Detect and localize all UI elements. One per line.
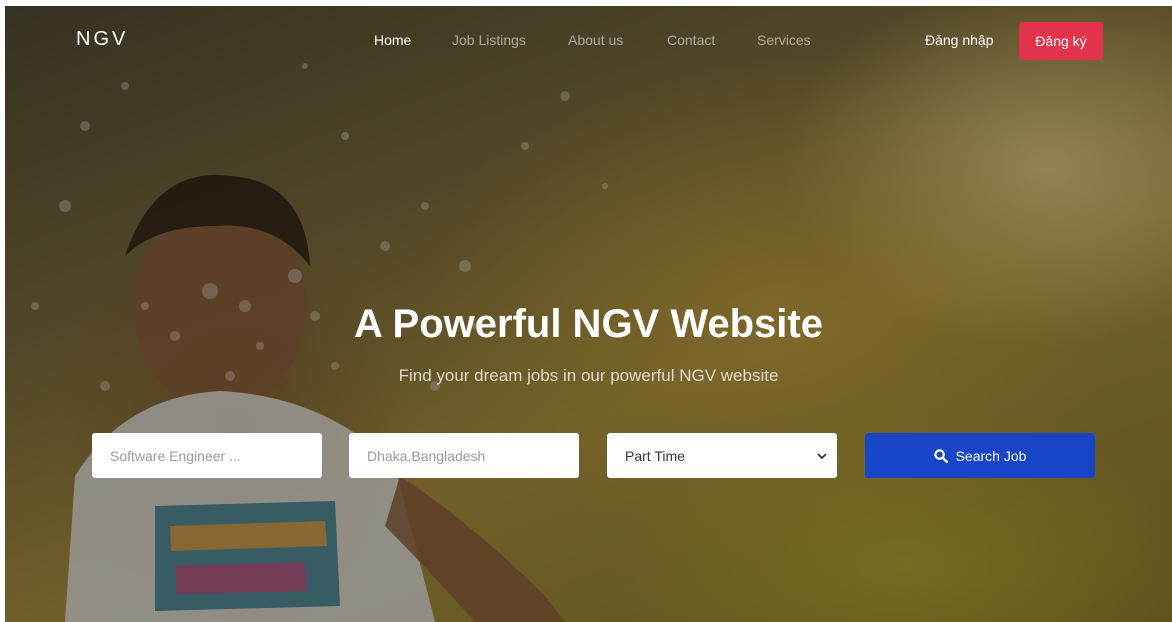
keyword-input[interactable] — [92, 433, 322, 478]
hero-section: NGV Home Job Listings About us Contact S… — [5, 6, 1172, 622]
login-link[interactable]: Đăng nhập — [925, 32, 994, 48]
hero-subtitle: Find your dream jobs in our powerful NGV… — [398, 366, 779, 385]
location-field-wrapper — [349, 433, 579, 478]
nav-item-about-us[interactable]: About us — [568, 32, 623, 48]
nav-item-services[interactable]: Services — [757, 32, 811, 48]
job-type-select[interactable]: Part Time — [607, 433, 837, 478]
nav-item-job-listings[interactable]: Job Listings — [452, 32, 526, 48]
job-type-selected: Part Time — [625, 447, 685, 464]
site-logo[interactable]: NGV — [76, 28, 128, 51]
hero-title: A Powerful NGV Website — [354, 302, 823, 346]
nav-item-home[interactable]: Home — [374, 32, 411, 48]
search-job-label: Search Job — [955, 447, 1027, 464]
chevron-down-icon — [817, 452, 827, 459]
search-job-button[interactable]: Search Job — [865, 433, 1095, 478]
location-input[interactable] — [349, 433, 579, 478]
nav-item-contact[interactable]: Contact — [667, 32, 715, 48]
signup-button[interactable]: Đăng ký — [1019, 22, 1103, 60]
keyword-field-wrapper — [92, 433, 322, 478]
search-icon — [933, 448, 948, 463]
